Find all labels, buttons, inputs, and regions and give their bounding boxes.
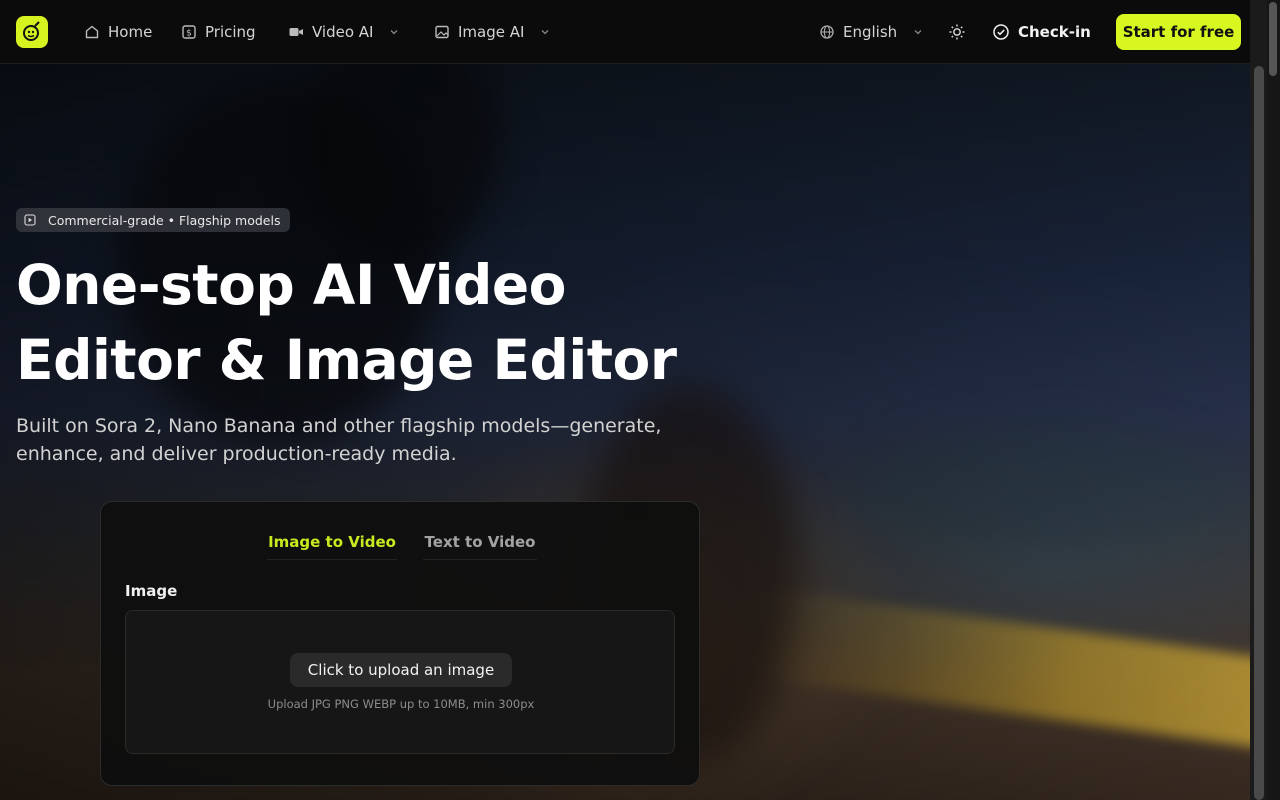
tab-text-to-video[interactable]: Text to Video xyxy=(423,524,537,560)
nav-home[interactable]: Home xyxy=(84,20,152,44)
nav-video-ai-label: Video AI xyxy=(312,23,374,41)
image-icon xyxy=(435,25,449,39)
theme-toggle-button[interactable] xyxy=(948,20,966,44)
check-in-button[interactable]: Check-in xyxy=(992,20,1091,44)
play-square-icon xyxy=(24,214,36,226)
window-scrollbar-thumb[interactable] xyxy=(1269,2,1277,76)
hero-headline-line1: One-stop AI Video xyxy=(16,253,566,317)
nav-image-ai-label: Image AI xyxy=(458,23,525,41)
image-upload-dropzone[interactable]: Click to upload an image Upload JPG PNG … xyxy=(125,610,675,754)
start-for-free-label: Start for free xyxy=(1122,23,1235,41)
hero-subheadline: Built on Sora 2, Nano Banana and other f… xyxy=(16,415,662,465)
chevron-down-icon xyxy=(391,30,398,35)
video-camera-icon xyxy=(289,28,303,36)
image-field-label: Image xyxy=(125,582,178,600)
check-in-label: Check-in xyxy=(1018,23,1091,41)
nav-video-ai[interactable]: Video AI xyxy=(288,20,399,44)
nav-pricing-label: Pricing xyxy=(205,23,256,41)
upload-image-button[interactable]: Click to upload an image xyxy=(290,653,512,687)
hero-headline-line2: Editor & Image Editor xyxy=(16,328,677,392)
pricing-icon: $ xyxy=(182,25,196,39)
language-label: English xyxy=(843,23,898,41)
top-navigation-bar: Home $ Pricing Video AI Image AI English… xyxy=(0,0,1250,64)
generator-panel: Image to Video Text to Video Image Click… xyxy=(100,501,700,786)
svg-text:$: $ xyxy=(186,29,192,39)
language-selector[interactable]: English xyxy=(819,20,923,44)
sun-icon xyxy=(949,24,965,40)
nav-image-ai[interactable]: Image AI xyxy=(434,20,550,44)
chevron-down-icon xyxy=(541,30,549,35)
upload-hint: Upload JPG PNG WEBP up to 10MB, min 300p… xyxy=(267,697,535,711)
tab-text-to-video-label: Text to Video xyxy=(424,532,536,551)
start-for-free-button[interactable]: Start for free xyxy=(1116,14,1241,50)
home-icon xyxy=(85,25,99,39)
nav-home-label: Home xyxy=(108,23,153,41)
tab-image-to-video-label: Image to Video xyxy=(268,532,396,551)
globe-icon xyxy=(820,25,834,39)
tab-image-to-video[interactable]: Image to Video xyxy=(267,524,397,560)
chevron-down-icon xyxy=(914,30,922,35)
window-scrollbar-track xyxy=(1267,0,1280,800)
upload-image-button-label: Click to upload an image xyxy=(307,661,495,679)
page-scrollbar-thumb[interactable] xyxy=(1254,66,1264,800)
hero-badge: Commercial-grade • Flagship models xyxy=(16,208,291,232)
check-circle-icon xyxy=(993,24,1009,40)
nav-pricing[interactable]: $ Pricing xyxy=(181,20,256,44)
app-logo-icon[interactable] xyxy=(16,16,48,48)
hero-badge-text: Commercial-grade • Flagship models xyxy=(48,212,281,228)
hero-headline: One-stop AI Video Editor & Image Editor xyxy=(16,248,736,398)
